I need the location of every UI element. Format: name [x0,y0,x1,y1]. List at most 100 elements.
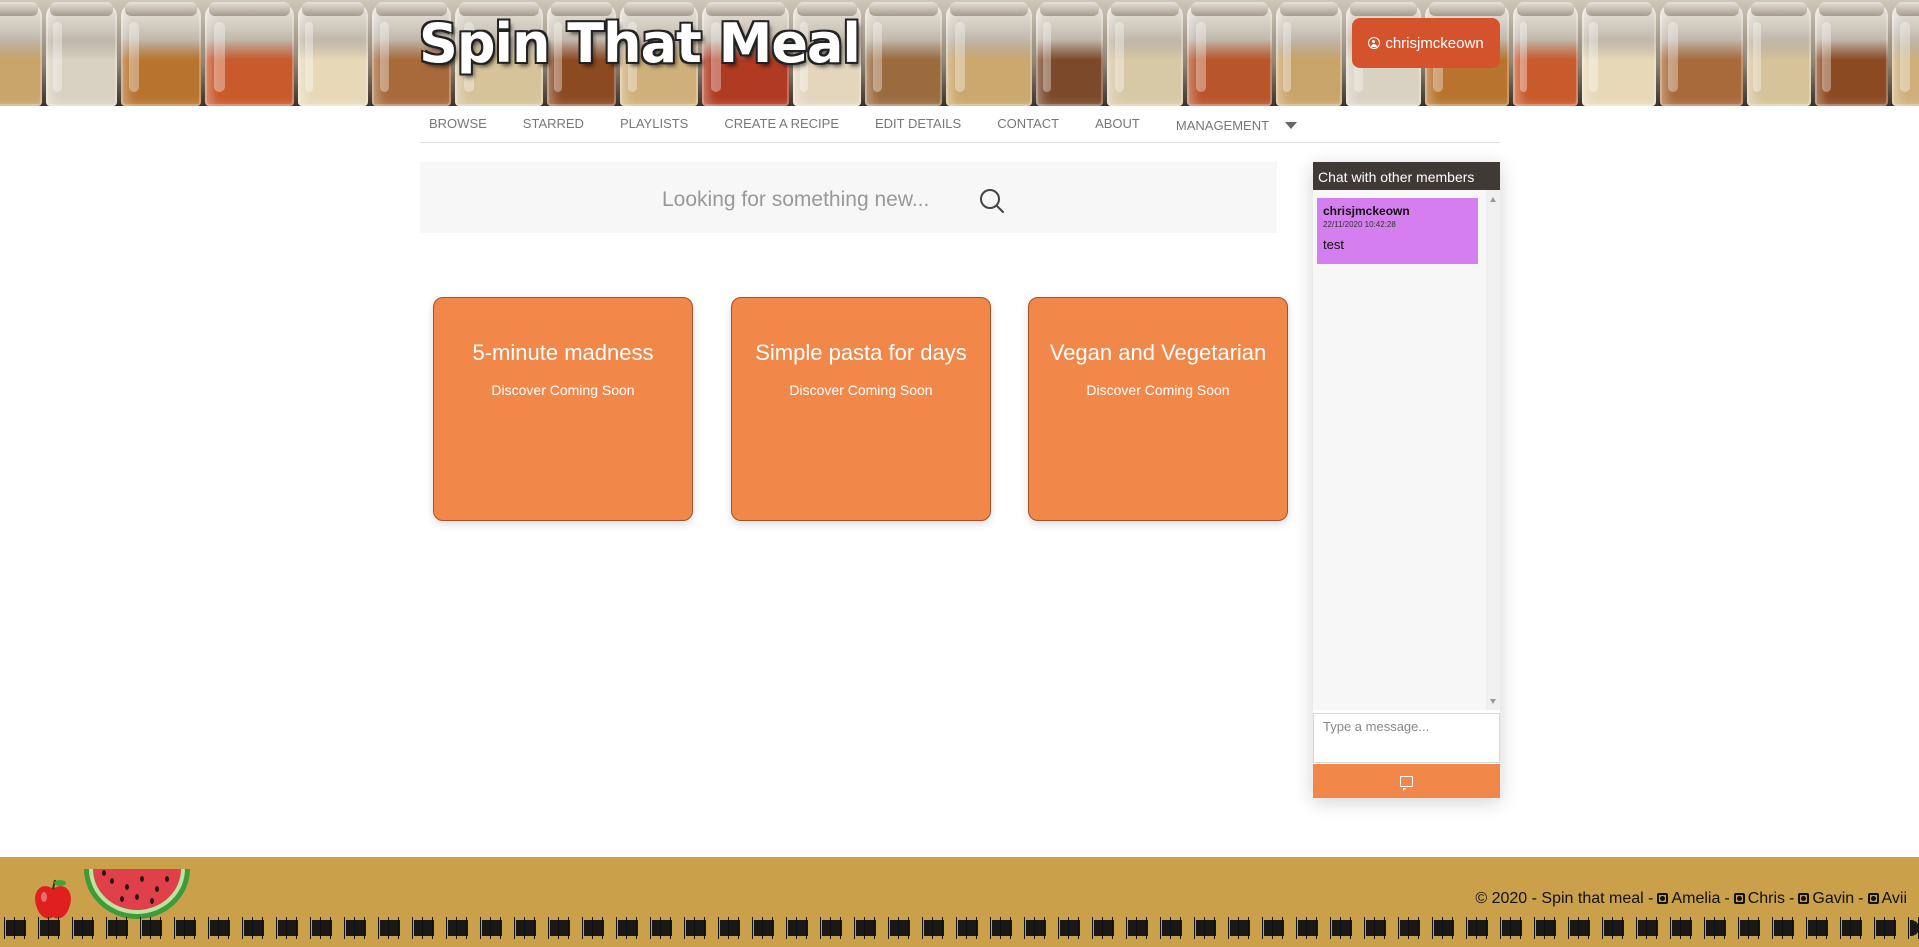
chat-scrollbar[interactable] [1486,190,1500,710]
jar-lid [1896,2,1919,16]
chat-panel: Chat with other members chrisjmckeown 22… [1313,162,1500,798]
footer-separator: - [1858,890,1864,907]
jar-lid [1191,2,1268,16]
chat-message: chrisjmckeown 22/11/2020 10:42:28 test [1317,198,1478,264]
category-card[interactable]: 5-minute madness Discover Coming Soon [433,297,693,521]
github-icon [1657,893,1669,905]
message-timestamp: 22/11/2020 10:42:28 [1323,220,1396,229]
chat-message-input[interactable] [1313,713,1500,763]
caret-down-icon [1285,121,1298,129]
nav-create-recipe-label: CREATE A RECIPE [724,115,839,131]
spice-jar [1036,2,1103,106]
card-title: 5-minute madness [472,340,654,365]
spice-jar [946,2,1032,106]
footer-separator: - [1724,890,1730,907]
jar-shine [1900,22,1911,92]
footer-link-amelia[interactable]: Amelia [1657,890,1720,908]
jar-lid [209,2,290,16]
watermelon-icon [84,869,190,919]
jar-shine [1519,22,1528,92]
search-icon[interactable] [978,187,1006,215]
jar-shine [1822,22,1832,92]
nav-browse[interactable]: BROWSE [420,116,496,131]
user-circle-icon [1368,37,1381,49]
site-title: Spin That Meal [419,12,861,75]
scroll-down-arrow-icon[interactable] [1490,699,1496,704]
nav-create-recipe[interactable]: CREATE A RECIPE [715,116,848,131]
footer-link-gavin[interactable]: Gavin [1798,890,1854,908]
jar-shine [872,22,882,92]
jar-shine [1668,22,1679,92]
spice-jar [1107,2,1183,106]
user-account-label: chrisjmckeown [1385,34,1484,52]
jar-shine [1282,22,1291,92]
jar-lid [1350,2,1417,16]
nav-playlists[interactable]: PLAYLISTS [611,116,697,131]
chat-messages: chrisjmckeown 22/11/2020 10:42:28 test [1313,190,1500,710]
jar-shine [129,22,139,92]
message-user: chrisjmckeown [1323,204,1410,218]
spice-jar [1187,2,1272,106]
category-card[interactable]: Vegan and Vegetarian Discover Coming Soo… [1028,297,1288,521]
spice-jar [1513,2,1578,106]
category-card[interactable]: Simple pasta for days Discover Coming So… [731,297,991,521]
jar-lid [1111,2,1179,16]
search-input[interactable] [660,182,964,218]
spice-jar [1747,2,1811,106]
footer-link-chris[interactable]: Chris [1733,890,1786,908]
nav-management-dropdown[interactable]: MANAGEMENT [1167,118,1306,133]
nav-management-label: MANAGEMENT [1175,117,1270,133]
footer-link-label: Gavin [1812,890,1855,907]
spice-jar [1276,2,1342,106]
footer-link-label: Amelia [1671,890,1721,907]
card-title: Vegan and Vegetarian [1049,340,1267,365]
jar-lid [950,2,1028,16]
chat-header: Chat with other members [1313,162,1500,190]
chat-bubble-icon [1400,775,1413,791]
card-title: Simple pasta for days [755,340,967,365]
footer: © 2020 - Spin that meal - Amelia - Chris… [0,857,1919,947]
jar-lid [1280,2,1338,16]
jar-shine [1195,22,1206,92]
spice-jar [1815,2,1888,106]
jar-lid [0,2,38,16]
jar-shine [53,22,62,92]
send-message-button[interactable] [1313,764,1500,798]
nav-browse-label: BROWSE [429,115,487,131]
nav-edit-details[interactable]: EDIT DETAILS [866,116,970,131]
jar-shine [1042,22,1051,92]
nav-edit-details-label: EDIT DETAILS [875,115,962,131]
footer-link-label: Avii [1881,890,1908,907]
jar-shine [305,22,314,92]
footer-link-label: Chris [1747,890,1786,907]
jar-shine [954,22,965,92]
nav-contact[interactable]: CONTACT [988,116,1068,131]
spice-jar [1660,2,1743,106]
spice-jar [46,2,117,106]
jar-shine [213,22,225,92]
footer-link-avii[interactable]: Avii [1867,890,1908,908]
jar-shine [1589,22,1599,92]
card-subtitle: Discover Coming Soon [491,382,635,398]
ants-border [0,920,1919,936]
jar-shine [379,22,390,92]
message-text: test [1323,237,1344,252]
search-bar [420,162,1277,233]
jar-lid [869,2,938,16]
main-nav: BROWSE STARRED PLAYLISTS CREATE A RECIPE… [420,106,1500,143]
jar-lid [125,2,197,16]
nav-starred[interactable]: STARRED [514,116,593,131]
jar-lid [302,2,364,16]
nav-about[interactable]: ABOUT [1086,116,1149,131]
jar-lid [1586,2,1652,16]
jar-shine [1114,22,1124,92]
spice-jar [298,2,368,106]
nav-playlists-label: PLAYLISTS [619,115,689,131]
github-icon [1733,893,1745,905]
spice-jar [1892,2,1919,106]
scroll-up-arrow-icon[interactable] [1490,197,1496,202]
github-icon [1867,893,1879,905]
spice-jar [121,2,201,106]
user-account-button[interactable]: chrisjmckeown [1352,18,1500,68]
jar-lid [1751,2,1807,16]
